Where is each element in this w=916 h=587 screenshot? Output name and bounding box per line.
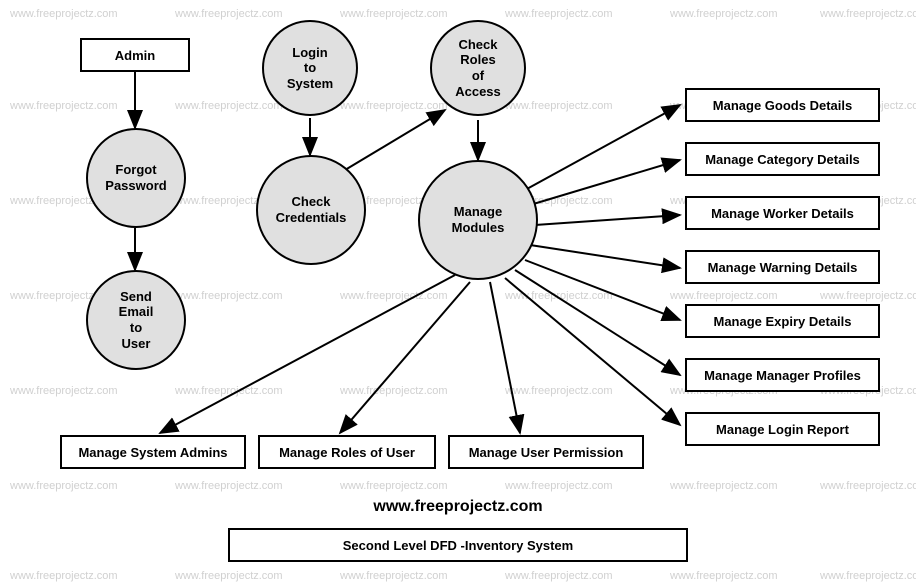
watermark: www.freeprojectz.com [340, 8, 448, 20]
watermark: www.freeprojectz.com [820, 290, 916, 302]
manage-modules-node: Manage Modules [418, 160, 538, 280]
send-email-node: Send Email to User [86, 270, 186, 370]
check-roles-node: Check Roles of Access [430, 20, 526, 116]
watermark: www.freeprojectz.com [10, 385, 118, 397]
watermark: www.freeprojectz.com [670, 8, 778, 20]
watermark: www.freeprojectz.com [175, 8, 283, 20]
watermark: www.freeprojectz.com [340, 480, 448, 492]
watermark: www.freeprojectz.com [175, 480, 283, 492]
watermark: www.freeprojectz.com [505, 8, 613, 20]
watermark: www.freeprojectz.com [175, 290, 283, 302]
manage-system-admins-node: Manage System Admins [60, 435, 246, 469]
login-to-system-node: Login to System [262, 20, 358, 116]
watermark: www.freeprojectz.com [505, 480, 613, 492]
watermark: www.freeprojectz.com [10, 480, 118, 492]
manage-category-node: Manage Category Details [685, 142, 880, 176]
watermark: www.freeprojectz.com [505, 290, 613, 302]
manage-login-report-node: Manage Login Report [685, 412, 880, 446]
watermark: www.freeprojectz.com [505, 570, 613, 582]
watermark: www.freeprojectz.com [820, 8, 916, 20]
watermark: www.freeprojectz.com [340, 290, 448, 302]
watermark: www.freeprojectz.com [10, 570, 118, 582]
watermark: www.freeprojectz.com [670, 570, 778, 582]
title-node: Second Level DFD -Inventory System [228, 528, 688, 562]
admin-node: Admin [80, 38, 190, 72]
watermark: www.freeprojectz.com [820, 480, 916, 492]
watermark: www.freeprojectz.com [340, 100, 448, 112]
manage-manager-node: Manage Manager Profiles [685, 358, 880, 392]
watermark: www.freeprojectz.com [505, 100, 613, 112]
manage-expiry-node: Manage Expiry Details [685, 304, 880, 338]
manage-roles-user-node: Manage Roles of User [258, 435, 436, 469]
watermark: www.freeprojectz.com [670, 480, 778, 492]
watermark: www.freeprojectz.com [670, 290, 778, 302]
manage-user-permission-node: Manage User Permission [448, 435, 644, 469]
manage-goods-node: Manage Goods Details [685, 88, 880, 122]
watermark: www.freeprojectz.com [340, 570, 448, 582]
watermark: www.freeprojectz.com [340, 385, 448, 397]
watermark: www.freeprojectz.com [175, 385, 283, 397]
watermark: www.freeprojectz.com [175, 570, 283, 582]
watermark: www.freeprojectz.com [10, 8, 118, 20]
url-label: www.freeprojectz.com [348, 498, 568, 516]
watermark: www.freeprojectz.com [505, 385, 613, 397]
watermark: www.freeprojectz.com [175, 100, 283, 112]
manage-worker-node: Manage Worker Details [685, 196, 880, 230]
watermark: www.freeprojectz.com [820, 570, 916, 582]
manage-warning-node: Manage Warning Details [685, 250, 880, 284]
forgot-password-node: Forgot Password [86, 128, 186, 228]
watermark: www.freeprojectz.com [10, 100, 118, 112]
check-credentials-node: Check Credentials [256, 155, 366, 265]
